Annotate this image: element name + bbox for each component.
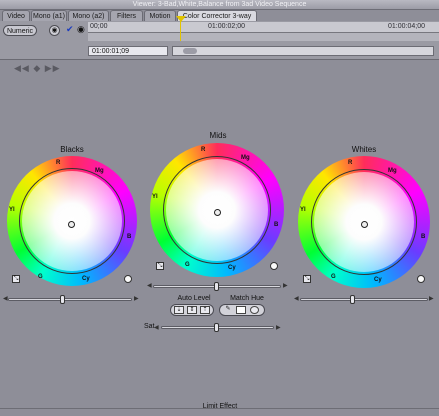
blacks-label-b: B <box>127 234 132 240</box>
keyframe-button[interactable]: ◉ <box>49 25 60 36</box>
whites-title: Whites <box>351 145 377 154</box>
blacks-title: Blacks <box>60 145 84 154</box>
sat-left-arrow-icon[interactable]: ◀ <box>154 324 159 331</box>
whites-balance-handle[interactable] <box>361 221 368 228</box>
tab-mono-a1[interactable]: Mono (a1) <box>31 10 67 21</box>
mids-slider-right-arrow-icon[interactable]: ▶ <box>283 282 288 289</box>
eye-icon[interactable]: ◉ <box>77 24 85 35</box>
tab-video[interactable]: Video <box>2 10 30 21</box>
match-color-swatch[interactable] <box>236 306 246 314</box>
blacks-reset-button[interactable] <box>124 275 132 283</box>
whites-eyedropper-icon[interactable]: ⤡ <box>303 275 311 283</box>
numeric-button[interactable]: Numeric <box>3 25 37 36</box>
limit-effect-label[interactable]: Limit Effect <box>180 403 260 410</box>
whites-label-b: B <box>421 234 426 240</box>
whites-slider-thumb[interactable] <box>350 295 355 304</box>
whites-slider-left-arrow-icon[interactable]: ◀ <box>294 295 299 302</box>
match-hue-group: ✎ <box>219 304 265 316</box>
mids-label-g: G <box>185 262 190 268</box>
ruler-end-label: 01:00:04;00 <box>388 23 425 30</box>
saturation-slider-thumb[interactable] <box>214 323 219 332</box>
whites-label-r: R <box>348 160 353 166</box>
whites-label-yl: Yl <box>300 207 306 213</box>
timecode-field[interactable]: 01:00:01;09 <box>88 46 168 56</box>
visibility-check-icon[interactable]: ✔ <box>66 24 74 35</box>
tab-color-corrector[interactable]: Color Corrector 3-way <box>177 10 257 21</box>
whites-label-g: G <box>331 274 336 280</box>
ruler-start-label: 00;00 <box>90 23 108 30</box>
blacks-level-slider[interactable] <box>8 298 132 301</box>
blacks-slider-right-arrow-icon[interactable]: ▶ <box>134 295 139 302</box>
ruler-mid-label: 01:00:02;00 <box>208 23 245 30</box>
mids-label-b: B <box>274 222 279 228</box>
blacks-slider-thumb[interactable] <box>60 295 65 304</box>
color-corrector-window: Viewer: 3-Bad,White,Balance from 3ad Vid… <box>0 0 439 416</box>
match-hue-label: Match Hue <box>230 295 264 302</box>
whites-label-mg: Mg <box>388 168 397 174</box>
window-title: Viewer: 3-Bad,White,Balance from 3ad Vid… <box>0 0 439 10</box>
mids-reset-button[interactable] <box>270 262 278 270</box>
mids-balance-handle[interactable] <box>214 209 221 216</box>
whites-slider-right-arrow-icon[interactable]: ▶ <box>429 295 434 302</box>
blacks-slider-left-arrow-icon[interactable]: ◀ <box>3 295 8 302</box>
blacks-eyedropper-icon[interactable]: ⤡ <box>12 275 20 283</box>
auto-white-level-button[interactable]: ⇡ <box>200 306 210 314</box>
auto-contrast-button[interactable]: ⇕ <box>187 306 197 314</box>
keyframe-track[interactable] <box>88 33 439 41</box>
mids-eyedropper-icon[interactable]: ⤡ <box>156 262 164 270</box>
mids-slider-left-arrow-icon[interactable]: ◀ <box>147 282 152 289</box>
whites-level-slider[interactable] <box>300 298 428 301</box>
blacks-label-yl: Yl <box>9 207 15 213</box>
blacks-label-g: G <box>38 274 43 280</box>
tab-mono-a2[interactable]: Mono (a2) <box>68 10 109 21</box>
blacks-label-mg: Mg <box>95 168 104 174</box>
mids-label-r: R <box>201 147 206 153</box>
whites-reset-button[interactable] <box>417 275 425 283</box>
mids-slider-thumb[interactable] <box>214 282 219 291</box>
mids-label-cy: Cy <box>228 265 236 271</box>
blacks-label-r: R <box>56 160 61 166</box>
mids-title: Mids <box>209 131 227 140</box>
sat-label: Sat <box>144 323 155 330</box>
blacks-balance-handle[interactable] <box>68 221 75 228</box>
mids-label-mg: Mg <box>241 155 250 161</box>
scrollbar-thumb[interactable] <box>183 48 197 54</box>
whites-label-cy: Cy <box>374 277 382 283</box>
auto-level-group: ⇣ ⇕ ⇡ <box>170 304 214 316</box>
timeline-ruler[interactable]: 00;00 01:00:02;00 01:00:04;00 <box>88 22 439 33</box>
blacks-label-cy: Cy <box>82 276 90 282</box>
tab-filters[interactable]: Filters <box>110 10 143 21</box>
sat-right-arrow-icon[interactable]: ▶ <box>276 324 281 331</box>
auto-black-level-button[interactable]: ⇣ <box>174 306 184 314</box>
auto-level-label: Auto Level <box>177 295 211 302</box>
tab-motion[interactable]: Motion <box>144 10 176 21</box>
mids-label-yl: Yl <box>152 194 158 200</box>
tab-bar: Video Mono (a1) Mono (a2) Filters Motion… <box>0 10 439 21</box>
navigation-icons[interactable]: ◀◀ ◆ ▶▶ <box>14 63 84 77</box>
match-hue-eyedropper-icon[interactable]: ✎ <box>223 306 233 314</box>
timeline-scrollbar[interactable] <box>172 46 434 56</box>
match-hue-reset-button[interactable] <box>250 306 259 314</box>
playhead-handle[interactable] <box>176 16 186 22</box>
